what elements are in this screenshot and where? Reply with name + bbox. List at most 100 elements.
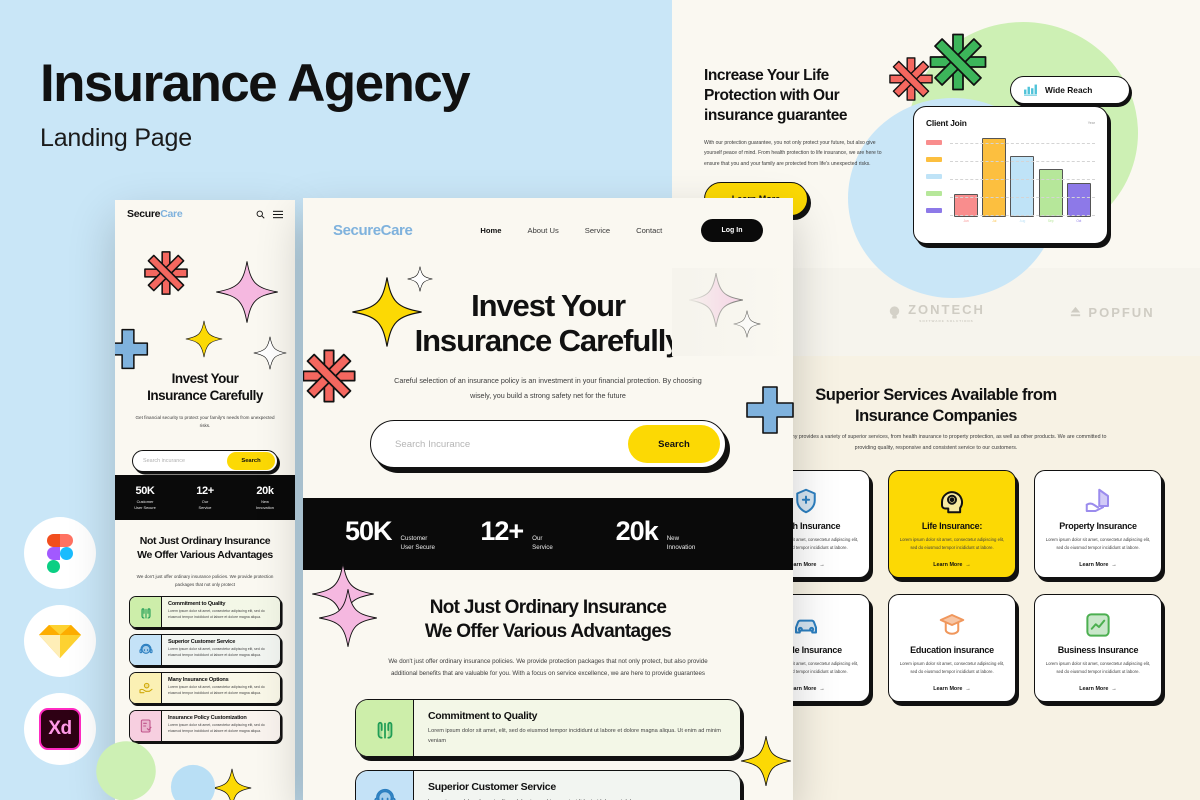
desktop-search-button[interactable]: Search <box>628 425 720 463</box>
chart-gridline <box>950 161 1095 162</box>
stat-item: 20k New Innovation <box>235 485 295 510</box>
chart-legend <box>926 137 950 235</box>
advantage-card-icon <box>130 711 162 741</box>
stat-number: 50K <box>135 484 155 497</box>
chart-legend-swatch <box>926 140 942 145</box>
poster-canvas: Insurance Agency Landing Page Xd Increas… <box>0 0 1200 800</box>
wide-reach-badge[interactable]: Wide Reach <box>1010 76 1130 104</box>
chart-header: Client Join Year <box>926 118 1095 128</box>
advantage-card-title: Insurance Policy Customization <box>168 715 247 721</box>
chart-legend-swatch <box>926 191 942 196</box>
headset-agent-icon <box>138 643 153 654</box>
mobile-search-bar[interactable]: Search incurance Search <box>132 450 278 472</box>
service-learn-more-link[interactable]: Learn More → <box>1079 686 1116 692</box>
advantage-card[interactable]: Many Insurance Options Lorem ipsum dolor… <box>129 672 281 704</box>
stat-label: Customer User Secure <box>400 534 435 551</box>
advantage-card[interactable]: Commitment to Quality Lorem ipsum dolor … <box>129 596 281 628</box>
service-card-title: Business Insurance <box>1057 645 1139 655</box>
wide-reach-label: Wide Reach <box>1045 85 1093 95</box>
stat-item: 20k New Innovation <box>616 516 751 553</box>
mobile-search-button[interactable]: Search <box>227 452 275 470</box>
bar-chart-icon <box>1024 84 1037 96</box>
desktop-stats-bar: 50K Customer User Secure 12+ Our Service 2… <box>303 498 793 570</box>
mobile-stats-bar: 50K Customer User Secure 12+ Our Service 2… <box>115 475 295 520</box>
chart-bar-group: Jun <box>954 194 979 223</box>
service-learn-more-link[interactable]: Learn More → <box>1079 562 1116 568</box>
yellow-sparkle-decoration <box>185 320 223 358</box>
service-card-title: Education insurance <box>910 645 994 655</box>
chart-bar <box>1010 156 1035 217</box>
advantage-card-title: Superior Customer Service <box>428 780 556 793</box>
hand-money-icon <box>138 682 153 694</box>
logos-fade-overlay <box>672 268 792 356</box>
desktop-advantages-title: Not Just Ordinary Insurance We Offer Var… <box>424 597 672 642</box>
chart-bar <box>982 138 1007 217</box>
nav-item-about-us[interactable]: About Us <box>528 226 559 235</box>
logo-popfun: POPFUN <box>1024 305 1200 320</box>
advantage-card-text: Superior Customer Service Lorem ipsum do… <box>162 635 280 665</box>
chart-bar-group: Aug <box>1010 156 1035 223</box>
advantage-card-icon <box>356 770 414 800</box>
advantage-card-text: Commitment to Quality Lorem ipsum dolor … <box>414 700 740 756</box>
praying-hands-icon <box>377 721 392 739</box>
chart-bars: Jun Jul Aug Sep Oct <box>952 138 1093 223</box>
desktop-logo: SecureCare <box>333 221 413 239</box>
desktop-hero-paragraph: Careful selection of an insurance policy… <box>394 376 702 400</box>
advantage-card-icon <box>130 597 162 627</box>
head-gear-icon <box>940 491 963 514</box>
mobile-navbar: SecureCare <box>115 200 295 228</box>
chart-gridline <box>950 143 1095 144</box>
nav-item-home[interactable]: Home <box>480 226 501 235</box>
service-card[interactable]: Business Insurance Lorem ipsum dolor sit… <box>1034 594 1162 702</box>
stat-number: 20k <box>256 484 274 497</box>
chart-gridline <box>950 197 1095 198</box>
chart-bar-group: Oct <box>1066 182 1091 223</box>
service-card[interactable]: Life Insurance: Lorem ipsum dolor sit am… <box>888 470 1016 578</box>
stat-item: 50K Customer User Secure <box>115 485 175 510</box>
xd-badge: Xd <box>24 693 96 765</box>
hamburger-menu-icon[interactable] <box>273 210 283 219</box>
desktop-search-bar[interactable]: Search Incurance Search <box>370 420 726 468</box>
logo-popfun-label: POPFUN <box>1088 304 1155 320</box>
service-learn-more-link[interactable]: Learn More → <box>933 562 970 568</box>
service-card[interactable]: Property Insurance Lorem ipsum dolor sit… <box>1034 470 1162 578</box>
stat-number: 12+ <box>196 484 214 497</box>
service-card-body: Lorem ipsum dolor sit amet, consectetur … <box>899 661 1005 675</box>
logo-zontech-text: ZONTECH SOFTWARE SOLUTIONS <box>908 302 985 323</box>
desktop-search-input-placeholder[interactable]: Search Incurance <box>371 439 628 450</box>
mobile-logo: SecureCare <box>127 208 183 220</box>
service-card[interactable]: Education insurance Lorem ipsum dolor si… <box>888 594 1016 702</box>
advantage-card[interactable]: Insurance Policy Customization Lorem ips… <box>129 710 281 742</box>
desktop-advantages-paragraph: We don't just offer ordinary insurance p… <box>388 657 708 678</box>
advantage-card[interactable]: Superior Customer Service Lorem ipsum do… <box>129 634 281 666</box>
service-card-icon <box>1083 608 1113 642</box>
advantage-card-text: Superior Customer Service Lorem ipsum do… <box>414 771 740 800</box>
mobile-search-input-placeholder[interactable]: Search incurance <box>133 458 227 464</box>
checklist-document-icon <box>140 719 152 733</box>
stat-number: 12+ <box>480 515 524 546</box>
advantage-card-title: Many Insurance Options <box>168 677 229 683</box>
nav-item-service[interactable]: Service <box>585 226 610 235</box>
nav-item-contact[interactable]: Contact <box>636 226 662 235</box>
chart-body: Jun Jul Aug Sep Oct <box>926 137 1095 235</box>
mobile-advantage-cards: Commitment to Quality Lorem ipsum dolor … <box>129 596 281 748</box>
stat-item: 12+ Our Service <box>480 516 615 553</box>
stat-label: Our Service <box>198 498 212 510</box>
stat-item: 50K Customer User Secure <box>345 516 480 553</box>
advantage-card-body: Lorem ipsum dolor sit amet, consectetur … <box>168 647 265 657</box>
car-shield-icon <box>795 619 817 634</box>
chart-subtitle: Year <box>1087 121 1095 125</box>
search-icon[interactable] <box>256 210 265 219</box>
health-shield-icon <box>796 488 816 514</box>
figma-badge <box>24 517 96 589</box>
chart-bar-label: Jul <box>992 219 997 223</box>
login-button[interactable]: Log In <box>701 218 763 242</box>
advantage-card[interactable]: Superior Customer Service Lorem ipsum do… <box>355 769 741 800</box>
service-card-icon <box>937 484 967 518</box>
advantage-card[interactable]: Commitment to Quality Lorem ipsum dolor … <box>355 698 741 757</box>
mobile-advantages-paragraph: We don't just offer ordinary insurance p… <box>136 574 274 588</box>
advantage-card-body: Lorem ipsum dolor sit amet, consectetur … <box>168 723 265 733</box>
services-title: Superior Services Available from Insuran… <box>815 386 1057 426</box>
service-learn-more-link[interactable]: Learn More → <box>933 686 970 692</box>
chart-plot-area: Jun Jul Aug Sep Oct <box>950 137 1095 235</box>
